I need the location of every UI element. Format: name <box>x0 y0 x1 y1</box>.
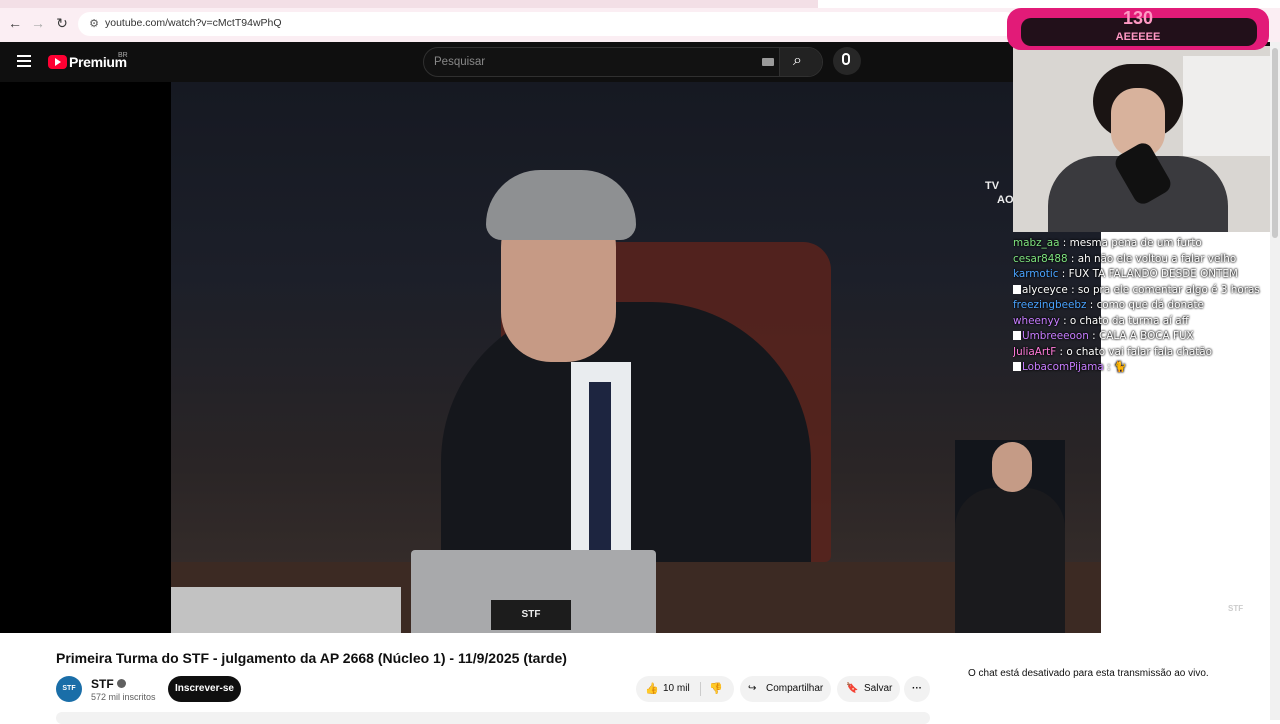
chat-message: alyceyce : so pra ele comentar algo é 3 … <box>1013 283 1273 299</box>
like-count[interactable]: 10 mil <box>663 676 690 702</box>
chat-message: freezingbeebz : como que dá donate <box>1013 298 1273 314</box>
chat-username: alyceyce <box>1022 283 1068 296</box>
save-label: Salvar <box>864 683 893 694</box>
laptop-left <box>171 587 401 633</box>
subscribe-button[interactable]: Inscrever-se <box>168 676 241 702</box>
description-box[interactable] <box>56 712 930 724</box>
logo-region: BR <box>118 52 128 59</box>
chat-text: como que dá donate <box>1096 299 1204 311</box>
active-tab[interactable] <box>818 0 1280 8</box>
speaker-tie <box>589 382 611 552</box>
bookmark-icon: 🔖 <box>846 683 859 694</box>
search-icon: ⌕ <box>793 52 802 69</box>
shelf <box>1183 56 1271 156</box>
chat-text: so pra ele comentar algo é 3 horas <box>1077 283 1260 296</box>
chat-separator: : <box>1103 361 1114 373</box>
chat-message: Umbreeeoon : CALA A BOCA FUX <box>1013 329 1273 345</box>
back-icon[interactable]: ← <box>6 14 24 32</box>
chat-disabled-message: O chat está desativado para esta transmi… <box>968 668 1209 679</box>
share-button[interactable]: ↪ Compartilhar <box>740 676 831 702</box>
chat-message: LobacomPijama : 🐈 <box>1013 360 1273 376</box>
stream-chat-overlay: mabz_aa : mesma pena de um furto cesar848… <box>1013 224 1273 396</box>
chat-text: o chato da turma aí aff <box>1069 314 1189 327</box>
chat-text: CALA A BOCA FUX <box>1098 330 1194 342</box>
share-label: Compartilhar <box>766 683 824 694</box>
url-text[interactable]: youtube.com/watch?v=cMctT94wPhQ <box>105 17 282 29</box>
chat-separator: : <box>1058 268 1069 280</box>
badge-label: AEEEEE <box>1115 31 1161 43</box>
webcam-feed <box>1013 46 1271 232</box>
chat-username: mabz_aa <box>1013 237 1060 249</box>
like-icon[interactable]: 👍 <box>645 683 659 695</box>
like-separator <box>700 682 701 696</box>
channel-name-row[interactable]: STF <box>91 677 126 691</box>
menu-icon[interactable] <box>17 55 31 67</box>
dislike-icon[interactable]: 👎 <box>709 683 723 695</box>
chat-username: Umbreeeoon <box>1022 330 1089 342</box>
speaker-hair <box>486 170 636 240</box>
chat-username: wheenyy <box>1013 314 1060 327</box>
chat-username: freezingbeebz <box>1013 299 1087 311</box>
chat-message: wheenyy : o chato da turma aí aff <box>1013 314 1273 330</box>
chat-message: karmotic : FUX TA FALANDO DESDE ONTEM <box>1013 267 1273 283</box>
chat-text: o chato vai falar fala chatão <box>1066 345 1213 358</box>
address-bar[interactable]: ⚙ youtube.com/watch?v=cMctT94wPhQ <box>78 12 1018 36</box>
keyboard-icon[interactable] <box>762 58 774 66</box>
chat-separator: : <box>1067 283 1078 296</box>
interpreter-face <box>992 442 1032 492</box>
forward-icon[interactable]: → <box>29 14 47 32</box>
chat-username: JuliaArtF <box>1013 345 1057 358</box>
chat-username: cesar8488 <box>1013 252 1068 265</box>
chat-username: karmotic <box>1013 268 1059 280</box>
save-button[interactable]: 🔖 Salvar <box>837 676 900 702</box>
like-dislike-group: 👍 10 mil 👎 <box>636 676 734 702</box>
mic-icon <box>842 53 850 65</box>
chat-badge-icon <box>1013 331 1021 340</box>
goal-badge: 130 AEEEEE <box>1007 8 1269 50</box>
chat-badge-icon <box>1013 362 1021 371</box>
search-input[interactable]: Pesquisar <box>434 56 485 68</box>
chat-separator: : <box>1059 314 1070 327</box>
search-box[interactable]: Pesquisar ⌕ <box>423 47 823 77</box>
subscriber-count: 572 mil inscritos <box>91 692 156 702</box>
chat-text: FUX TA FALANDO DESDE ONTEM <box>1068 268 1238 280</box>
streamer-overlay: 130 AEEEEE <box>1003 8 1271 232</box>
channel-avatar[interactable]: STF <box>56 676 82 702</box>
site-info-icon[interactable]: ⚙ <box>86 16 102 32</box>
page-scrollbar[interactable] <box>1270 42 1280 720</box>
chat-message: JuliaArtF : o chato vai falar fala chatã… <box>1013 345 1273 361</box>
chat-badge-icon <box>1013 284 1021 294</box>
search-button[interactable]: ⌕ <box>779 48 822 76</box>
chat-separator: : <box>1056 345 1067 358</box>
voice-search-button[interactable] <box>833 47 861 75</box>
chat-text: ah não ele voltou a falar velho <box>1077 252 1237 265</box>
chat-separator: : <box>1088 330 1099 342</box>
chat-separator: : <box>1086 299 1097 311</box>
chat-username: LobacomPijama <box>1022 361 1104 373</box>
more-actions-button[interactable]: ··· <box>904 676 930 702</box>
desk-logo: STF <box>491 600 571 630</box>
youtube-play-icon <box>48 55 67 69</box>
chat-message: mabz_aa : mesma pena de um furto <box>1013 236 1273 252</box>
chat-text: mesma pena de um furto <box>1069 237 1202 249</box>
sign-language-interpreter <box>955 440 1065 633</box>
chat-text: 🐈 <box>1113 361 1127 373</box>
chat-message: cesar8488 : ah não ele voltou a falar ve… <box>1013 252 1273 268</box>
chat-separator: : <box>1067 252 1078 265</box>
verified-icon <box>116 679 126 688</box>
share-icon: ↪ <box>748 683 757 694</box>
chat-separator: : <box>1059 237 1070 249</box>
interpreter-body <box>955 488 1065 633</box>
reload-icon[interactable]: ↻ <box>53 14 71 32</box>
scrollbar-thumb[interactable] <box>1272 48 1278 238</box>
badge-count: 130 <box>1122 8 1154 28</box>
channel-name[interactable]: STF <box>91 677 114 691</box>
watermark: STF <box>1228 604 1244 613</box>
video-title: Primeira Turma do STF - julgamento da AP… <box>56 650 567 666</box>
